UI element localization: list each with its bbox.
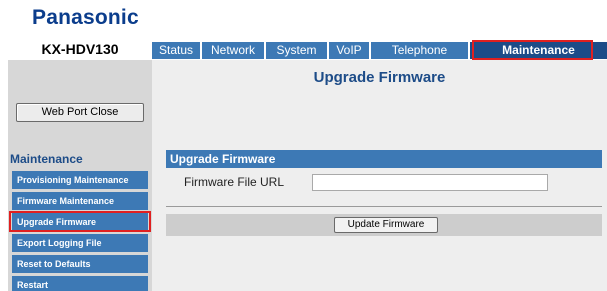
sidebar-item-upgrade-firmware[interactable]: Upgrade Firmware: [12, 213, 148, 231]
tab-system[interactable]: System: [266, 42, 329, 59]
action-bar: Update Firmware: [166, 214, 602, 236]
sidebar-item-provisioning-maintenance[interactable]: Provisioning Maintenance: [12, 171, 148, 189]
sidebar-item-restart[interactable]: Restart: [12, 276, 148, 291]
firmware-url-input[interactable]: [312, 174, 548, 191]
top-tab-bar: Status Network System VoIP Telephone Mai…: [152, 42, 607, 59]
model-name: KX-HDV130: [41, 41, 119, 57]
sidebar-section-title: Maintenance: [10, 152, 83, 166]
section-header: Upgrade Firmware: [166, 150, 602, 168]
tab-status[interactable]: Status: [152, 42, 202, 59]
tab-maintenance[interactable]: Maintenance: [470, 42, 607, 59]
sidebar-item-firmware-maintenance[interactable]: Firmware Maintenance: [12, 192, 148, 210]
tab-telephone[interactable]: Telephone: [371, 42, 470, 59]
update-firmware-button[interactable]: Update Firmware: [334, 217, 438, 233]
divider: [166, 206, 602, 207]
sidebar-item-export-logging-file[interactable]: Export Logging File: [12, 234, 148, 252]
main-content: Upgrade Firmware Upgrade Firmware Firmwa…: [152, 60, 607, 291]
sidebar-item-reset-to-defaults[interactable]: Reset to Defaults: [12, 255, 148, 273]
tab-network[interactable]: Network: [202, 42, 266, 59]
sidebar: Web Port Close Maintenance Provisioning …: [8, 60, 152, 291]
panasonic-logo: Panasonic: [32, 6, 139, 29]
page-title: Upgrade Firmware: [313, 69, 446, 86]
web-port-close-button[interactable]: Web Port Close: [16, 103, 144, 122]
tab-voip[interactable]: VoIP: [329, 42, 371, 59]
firmware-url-label: Firmware File URL: [184, 175, 285, 189]
